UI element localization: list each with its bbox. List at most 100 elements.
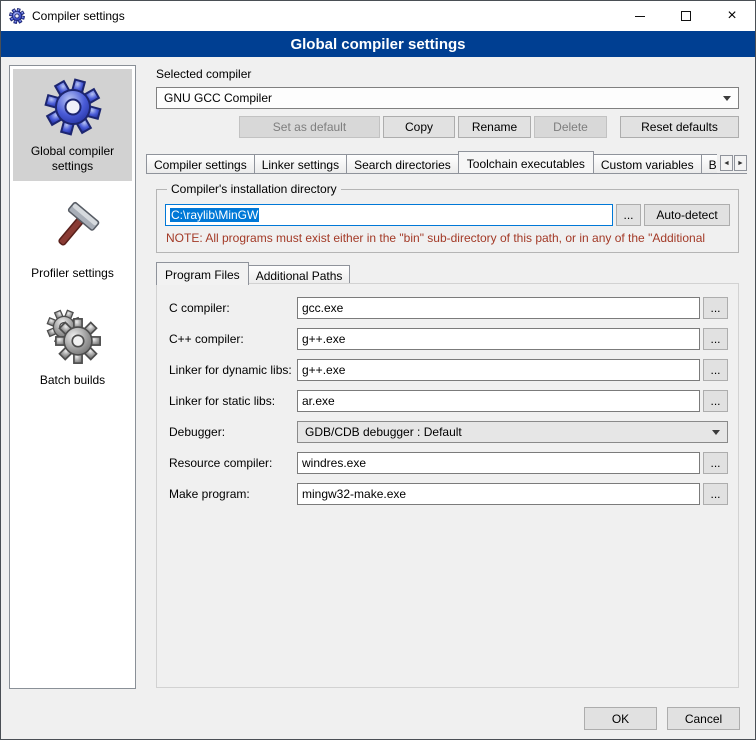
resource-compiler-input[interactable]: windres.exe	[297, 452, 700, 474]
dynamic-linker-input[interactable]: g++.exe	[297, 359, 700, 381]
debugger-select-value: GDB/CDB debugger : Default	[305, 425, 462, 439]
ok-button[interactable]: OK	[584, 707, 657, 730]
selected-compiler-label: Selected compiler	[156, 67, 739, 81]
minimize-button[interactable]	[617, 1, 663, 31]
compiler-select-block: Selected compiler GNU GCC Compiler Set a…	[146, 65, 747, 138]
installation-directory-row: C:\raylib\MinGW ... Auto-detect	[165, 204, 730, 226]
browse-button[interactable]: ...	[703, 452, 728, 474]
programs-notebook: Program Files Additional Paths C compile…	[156, 262, 739, 689]
dialog-body: Global compiler settings Profiler settin…	[1, 57, 755, 699]
sidebar-item-label: Profiler settings	[31, 266, 114, 281]
c-compiler-input[interactable]: gcc.exe	[297, 297, 700, 319]
arrow-left-icon: ◄	[723, 160, 730, 167]
make-program-label: Make program:	[169, 487, 297, 501]
main-panel: Selected compiler GNU GCC Compiler Set a…	[146, 65, 747, 689]
gears-icon	[44, 307, 102, 365]
delete-button[interactable]: Delete	[534, 116, 607, 138]
tab-toolchain-executables[interactable]: Toolchain executables	[458, 151, 594, 173]
tab-custom-variables[interactable]: Custom variables	[593, 154, 702, 173]
cpp-compiler-input[interactable]: g++.exe	[297, 328, 700, 350]
settings-tabstrip: Compiler settings Linker settings Search…	[146, 151, 747, 174]
tab-compiler-settings[interactable]: Compiler settings	[146, 154, 255, 173]
installation-directory-group: Compiler's installation directory C:\ray…	[156, 182, 739, 253]
arrow-right-icon: ►	[737, 160, 744, 167]
resource-compiler-value: windres.exe	[302, 456, 366, 470]
dynamic-linker-label: Linker for dynamic libs:	[169, 363, 297, 377]
window-title: Compiler settings	[32, 9, 125, 23]
static-linker-input[interactable]: ar.exe	[297, 390, 700, 412]
field-row: Make program: mingw32-make.exe ...	[169, 483, 728, 505]
copy-button[interactable]: Copy	[383, 116, 455, 138]
browse-button[interactable]: ...	[703, 483, 728, 505]
close-button[interactable]: ×	[709, 1, 755, 31]
reset-defaults-button[interactable]: Reset defaults	[620, 116, 739, 138]
make-program-value: mingw32-make.exe	[302, 487, 406, 501]
field-row: Debugger: GDB/CDB debugger : Default	[169, 421, 728, 443]
tab-search-directories[interactable]: Search directories	[346, 154, 459, 173]
browse-button[interactable]: ...	[703, 297, 728, 319]
tab-build-options[interactable]: Build options	[701, 154, 717, 173]
gear-icon	[44, 78, 102, 136]
program-files-page: C compiler: gcc.exe ... C++ compiler: g+…	[156, 283, 739, 688]
sidebar-item-profiler-settings[interactable]: Profiler settings	[13, 191, 132, 288]
set-as-default-button[interactable]: Set as default	[239, 116, 380, 138]
field-row: Linker for static libs: ar.exe ...	[169, 390, 728, 412]
installation-directory-group-title: Compiler's installation directory	[167, 182, 341, 196]
sidebar-item-label: Global compiler settings	[15, 144, 130, 174]
tab-additional-paths[interactable]: Additional Paths	[248, 265, 351, 284]
tab-scroll-right-button[interactable]: ►	[734, 155, 747, 171]
tab-linker-settings[interactable]: Linker settings	[254, 154, 347, 173]
sidebar-item-label: Batch builds	[40, 373, 105, 388]
sidebar-item-global-compiler-settings[interactable]: Global compiler settings	[13, 69, 132, 181]
dynamic-linker-value: g++.exe	[302, 363, 345, 377]
window-controls: ×	[617, 1, 755, 31]
browse-button[interactable]: ...	[703, 359, 728, 381]
field-row: C++ compiler: g++.exe ...	[169, 328, 728, 350]
compiler-select-value: GNU GCC Compiler	[164, 91, 272, 105]
dialog-header-title: Global compiler settings	[1, 31, 755, 57]
maximize-button[interactable]	[663, 1, 709, 31]
tab-scroll-controls: ◄ ►	[719, 155, 747, 173]
cancel-button[interactable]: Cancel	[667, 707, 740, 730]
close-icon: ×	[727, 8, 736, 24]
chevron-down-icon	[712, 430, 720, 435]
toolchain-executables-page: Compiler's installation directory C:\ray…	[146, 174, 747, 689]
compiler-select[interactable]: GNU GCC Compiler	[156, 87, 739, 109]
app-icon	[9, 8, 25, 24]
browse-button[interactable]: ...	[703, 328, 728, 350]
cpp-compiler-value: g++.exe	[302, 332, 345, 346]
programs-tabs: Program Files Additional Paths	[156, 262, 739, 284]
resource-compiler-label: Resource compiler:	[169, 456, 297, 470]
field-row: Linker for dynamic libs: g++.exe ...	[169, 359, 728, 381]
rename-button[interactable]: Rename	[458, 116, 531, 138]
tab-scroll-left-button[interactable]: ◄	[720, 155, 733, 171]
titlebar: Compiler settings ×	[1, 1, 755, 31]
installation-directory-input[interactable]: C:\raylib\MinGW	[165, 204, 613, 226]
auto-detect-button[interactable]: Auto-detect	[644, 204, 730, 226]
settings-tabs: Compiler settings Linker settings Search…	[146, 151, 717, 173]
make-program-input[interactable]: mingw32-make.exe	[297, 483, 700, 505]
browse-button[interactable]: ...	[703, 390, 728, 412]
static-linker-label: Linker for static libs:	[169, 394, 297, 408]
static-linker-value: ar.exe	[302, 394, 335, 408]
compiler-actions: Set as default Copy Rename Delete Reset …	[156, 116, 739, 138]
field-row: Resource compiler: windres.exe ...	[169, 452, 728, 474]
hammer-icon	[44, 200, 102, 258]
compiler-settings-window: Compiler settings × Global compiler sett…	[0, 0, 756, 740]
maximize-icon	[681, 11, 691, 21]
browse-button[interactable]: ...	[616, 204, 641, 226]
chevron-down-icon	[723, 96, 731, 101]
field-row: C compiler: gcc.exe ...	[169, 297, 728, 319]
sidebar-item-batch-builds[interactable]: Batch builds	[13, 298, 132, 395]
c-compiler-label: C compiler:	[169, 301, 297, 315]
tab-program-files[interactable]: Program Files	[156, 262, 249, 285]
debugger-select[interactable]: GDB/CDB debugger : Default	[297, 421, 728, 443]
debugger-label: Debugger:	[169, 425, 297, 439]
note-text: NOTE: All programs must exist either in …	[166, 231, 730, 245]
c-compiler-value: gcc.exe	[302, 301, 343, 315]
dialog-footer: OK Cancel	[1, 699, 755, 739]
settings-category-list: Global compiler settings Profiler settin…	[9, 65, 136, 689]
minimize-icon	[635, 16, 645, 17]
cpp-compiler-label: C++ compiler:	[169, 332, 297, 346]
installation-directory-value: C:\raylib\MinGW	[170, 208, 259, 222]
